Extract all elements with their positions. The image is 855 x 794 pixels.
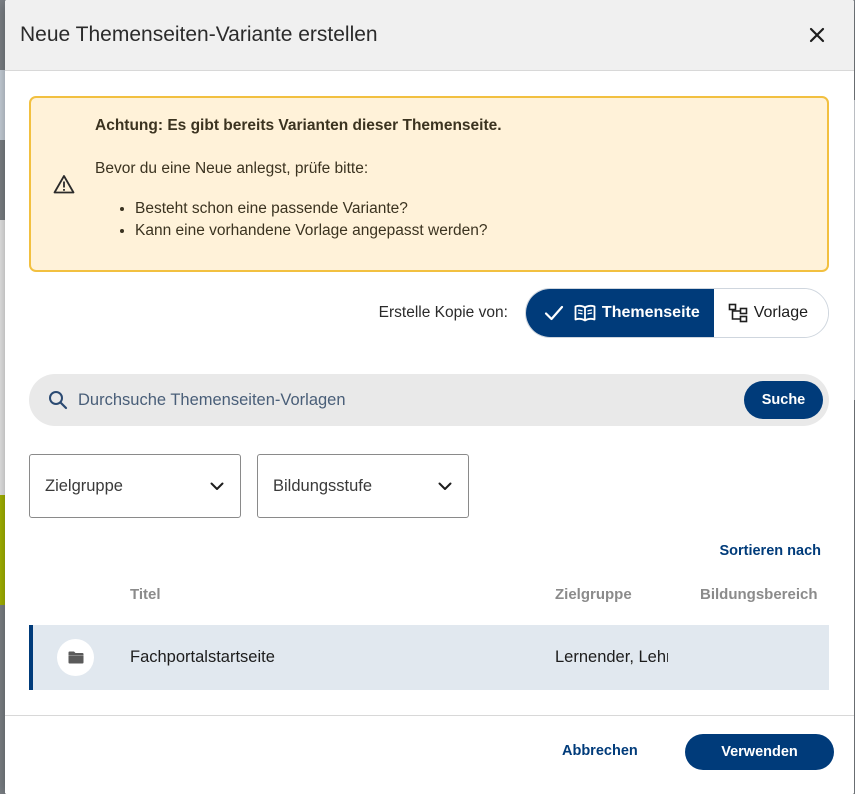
copy-source-row: Erstelle Kopie von: Themenseite Vorlage: [379, 288, 829, 338]
dialog-footer: Abbrechen Verwenden: [5, 715, 854, 794]
search-icon: [48, 390, 68, 410]
warning-text: Bevor du eine Neue anlegst, prüfe bitte:: [95, 160, 369, 177]
copy-source-label: Erstelle Kopie von:: [378, 304, 508, 321]
toggle-vorlage-label: Vorlage: [753, 304, 808, 321]
close-button[interactable]: [802, 20, 832, 50]
dialog-header: Neue Themenseiten-Variante erstellen: [5, 0, 854, 71]
folder-icon: [57, 639, 94, 676]
hierarchy-icon: [728, 303, 748, 323]
chevron-down-icon: [210, 482, 224, 490]
search-bar: Suche: [29, 374, 829, 426]
toggle-themenseite[interactable]: Themenseite: [525, 289, 714, 337]
warning-list-item: Kann eine vorhandene Vorlage angepasst w…: [135, 220, 487, 242]
warning-triangle-icon: [53, 175, 75, 194]
table-row[interactable]: Fachportalstartseite Lernender, Lehrer: [29, 625, 829, 690]
warning-heading: Achtung: Es gibt bereits Varianten diese…: [95, 117, 502, 134]
search-input[interactable]: [78, 390, 744, 410]
row-title: Fachportalstartseite: [130, 648, 275, 666]
warning-list-item: Besteht schon eine passende Variante?: [135, 198, 487, 220]
dialog-title: Neue Themenseiten-Variante erstellen: [20, 23, 378, 46]
table-header: Titel Zielgruppe Bildungsbereich: [29, 586, 829, 608]
toggle-vorlage[interactable]: Vorlage: [713, 289, 828, 337]
chevron-down-icon: [438, 482, 452, 490]
warning-box: Achtung: Es gibt bereits Varianten diese…: [29, 96, 829, 272]
sort-button[interactable]: Sortieren nach: [719, 543, 821, 559]
column-header-bildungsbereich[interactable]: Bildungsbereich: [700, 586, 829, 603]
column-header-titel[interactable]: Titel: [130, 586, 161, 603]
book-icon: [574, 304, 596, 322]
toggle-themenseite-label: Themenseite: [601, 304, 700, 321]
create-variant-dialog: Neue Themenseiten-Variante erstellen Ach…: [5, 0, 854, 794]
close-icon: [809, 27, 825, 43]
search-button[interactable]: Suche: [744, 381, 823, 419]
column-header-zielgruppe[interactable]: Zielgruppe: [555, 586, 632, 603]
filter-zielgruppe[interactable]: Zielgruppe: [29, 454, 241, 518]
filter-bildungsstufe[interactable]: Bildungsstufe: [257, 454, 469, 518]
filter-bildungsstufe-label: Bildungsstufe: [273, 476, 373, 495]
cancel-button[interactable]: Abbrechen: [562, 743, 638, 759]
row-zielgruppe: Lernender, Lehrer: [555, 648, 668, 666]
copy-source-toggle: Themenseite Vorlage: [524, 288, 829, 338]
check-icon: [544, 305, 564, 321]
filter-zielgruppe-label: Zielgruppe: [45, 476, 123, 495]
warning-list: Besteht schon eine passende Variante? Ka…: [135, 198, 487, 242]
use-button[interactable]: Verwenden: [685, 734, 834, 770]
